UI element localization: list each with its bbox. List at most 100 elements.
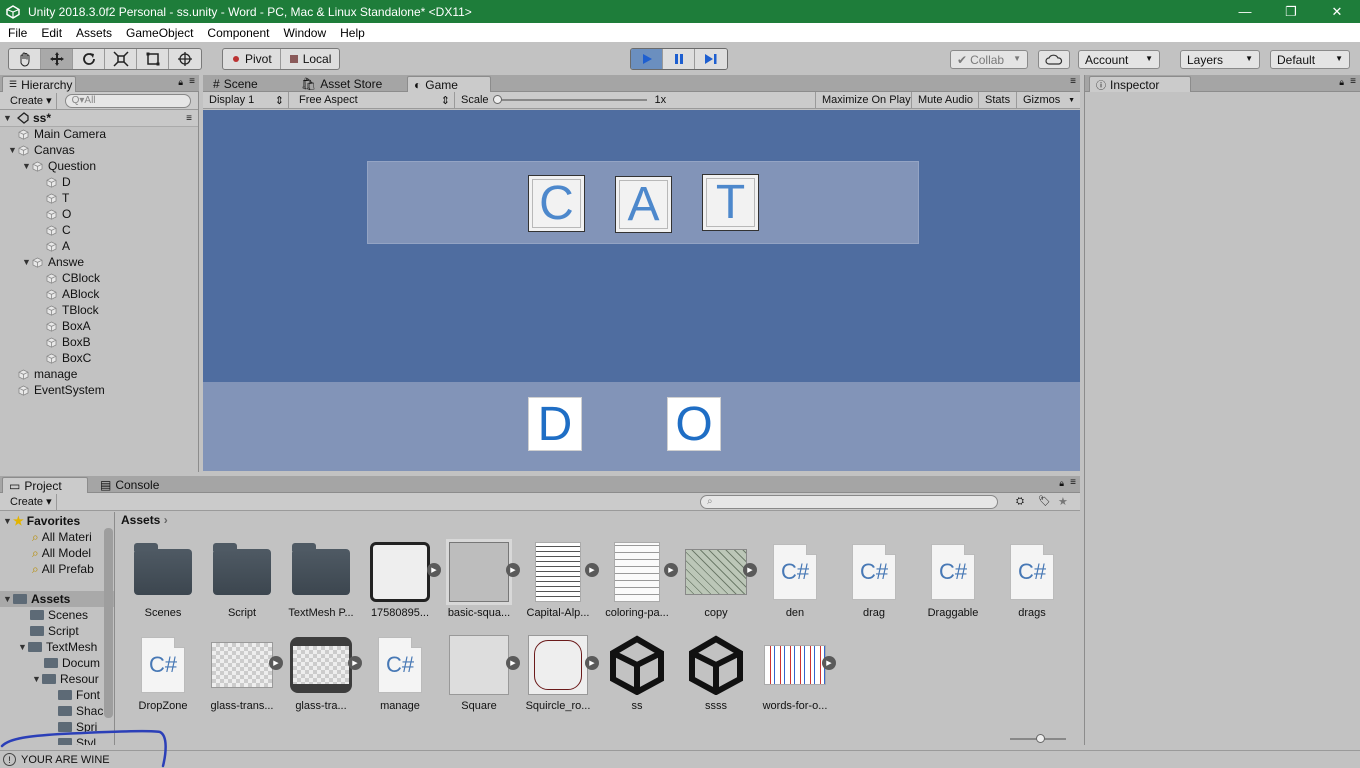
favorite-star-icon[interactable]: ★ xyxy=(1058,495,1068,508)
folder-item[interactable]: Styl xyxy=(58,735,96,745)
account-dropdown[interactable]: Account ▼ xyxy=(1078,50,1160,69)
asset-item[interactable]: ▶ Capital-Alp... xyxy=(518,541,599,619)
asset-item[interactable]: ▶ coloring-pa... xyxy=(597,541,678,619)
favorite-item[interactable]: ⌕ All Prefab xyxy=(32,561,94,577)
question-tile-c[interactable]: C xyxy=(528,175,585,232)
filter-by-type-icon[interactable]: ⛭ xyxy=(1016,496,1024,507)
cloud-button[interactable] xyxy=(1038,50,1070,69)
folder-item[interactable]: ▼ TextMesh xyxy=(18,639,97,655)
hand-tool-button[interactable] xyxy=(9,49,41,69)
menu-window[interactable]: Window xyxy=(276,26,333,40)
asset-item[interactable]: C# drag xyxy=(834,541,914,619)
transform-tool-button[interactable] xyxy=(169,49,201,69)
panel-menu-icon[interactable]: ≡ xyxy=(1070,76,1076,87)
favorites-header[interactable]: ▼ ★ Favorites xyxy=(3,513,80,529)
tab-asset-store[interactable]: 🛍︎ Asset Store xyxy=(295,76,390,92)
asset-item[interactable]: ▶ copy xyxy=(676,541,757,619)
asset-item[interactable]: C# manage xyxy=(360,634,440,712)
project-create-button[interactable]: Create ▾ xyxy=(6,493,57,510)
expand-arrow-icon[interactable]: ▼ xyxy=(22,257,32,267)
menu-component[interactable]: Component xyxy=(200,26,276,40)
hierarchy-item[interactable]: C xyxy=(36,222,71,238)
aspect-dropdown[interactable]: Free Aspect ⇕ xyxy=(293,92,455,108)
tab-game[interactable]: ◐ Game xyxy=(407,76,491,92)
hierarchy-item[interactable]: ▼ Canvas xyxy=(8,142,75,158)
layers-dropdown[interactable]: Layers ▼ xyxy=(1180,50,1260,69)
asset-item[interactable]: ▶ 17580895... xyxy=(360,541,441,619)
tab-project[interactable]: ▭ Project xyxy=(2,477,88,493)
menu-gameobject[interactable]: GameObject xyxy=(119,26,200,40)
close-button[interactable]: ✕ xyxy=(1314,0,1360,23)
rect-tool-button[interactable] xyxy=(137,49,169,69)
minimize-button[interactable]: — xyxy=(1222,0,1268,23)
breadcrumb-assets[interactable]: Assets xyxy=(121,513,160,527)
move-tool-button[interactable] xyxy=(41,49,73,69)
hierarchy-item[interactable]: BoxC xyxy=(36,350,91,366)
hierarchy-search-input[interactable]: Q▾All xyxy=(64,93,191,108)
assets-root[interactable]: ▼ Assets xyxy=(0,591,114,607)
asset-item[interactable]: ▶ basic-squa... xyxy=(439,539,520,619)
asset-item[interactable]: ssss xyxy=(676,634,756,712)
slider-thumb[interactable] xyxy=(492,95,502,104)
hierarchy-item[interactable]: BoxB xyxy=(36,334,91,350)
folder-item[interactable]: Font xyxy=(58,687,100,703)
tab-inspector[interactable]: ⓘ Inspector xyxy=(1089,76,1191,92)
pause-button[interactable] xyxy=(663,49,695,69)
asset-item[interactable]: C# den xyxy=(755,541,835,619)
asset-item[interactable]: ▶ words-for-o... xyxy=(755,634,836,712)
rotate-tool-button[interactable] xyxy=(73,49,105,69)
panel-menu-icon[interactable]: ≡ xyxy=(1350,76,1356,87)
thumbnail-size-slider[interactable] xyxy=(1010,734,1066,743)
asset-item[interactable]: Scenes xyxy=(123,541,203,619)
hierarchy-item[interactable]: ABlock xyxy=(36,286,99,302)
hierarchy-item[interactable]: ▼ Question xyxy=(22,158,96,174)
stats-toggle[interactable]: Stats xyxy=(979,92,1017,108)
hierarchy-item[interactable]: BoxA xyxy=(36,318,91,334)
lock-icon[interactable]: 🔒︎ xyxy=(178,77,183,88)
status-message[interactable]: YOUR ARE WINE xyxy=(21,754,110,766)
panel-menu-icon[interactable]: ≡ xyxy=(1070,477,1076,488)
asset-item[interactable]: ▶ Square xyxy=(439,634,520,712)
asset-item[interactable]: C# DropZone xyxy=(123,634,203,712)
maximize-on-play-toggle[interactable]: Maximize On Play xyxy=(815,92,912,108)
favorite-item[interactable]: ⌕ All Materi xyxy=(32,529,92,545)
hierarchy-item[interactable]: manage xyxy=(8,366,77,382)
expand-arrow-icon[interactable]: ▼ xyxy=(8,145,18,155)
asset-item[interactable]: ss xyxy=(597,634,677,712)
collab-dropdown[interactable]: ✔ Collab ▼ xyxy=(950,50,1028,69)
hierarchy-item[interactable]: O xyxy=(36,206,71,222)
question-tile-t[interactable]: T xyxy=(702,174,759,231)
game-canvas[interactable]: C A T D O xyxy=(203,110,1080,471)
hierarchy-item[interactable]: ▼ Answe xyxy=(22,254,84,270)
slider-thumb[interactable] xyxy=(1036,734,1045,743)
folder-item[interactable]: Scenes xyxy=(30,607,88,623)
answer-tile-o[interactable]: O xyxy=(667,397,721,451)
folder-item[interactable]: ▼ Resour xyxy=(32,671,99,687)
folder-tree-scrollbar[interactable] xyxy=(104,528,113,718)
menu-file[interactable]: File xyxy=(1,26,34,40)
project-search-input[interactable]: ⌕ xyxy=(700,494,998,509)
menu-edit[interactable]: Edit xyxy=(34,26,69,40)
panel-menu-icon[interactable]: ≡ xyxy=(189,76,195,87)
local-toggle[interactable]: Local xyxy=(281,49,340,69)
asset-item[interactable]: C# Draggable xyxy=(913,541,993,619)
mute-audio-toggle[interactable]: Mute Audio xyxy=(912,92,979,108)
folder-item[interactable]: Spri xyxy=(58,719,97,735)
asset-item[interactable]: Script xyxy=(202,541,282,619)
answer-tile-d[interactable]: D xyxy=(528,397,582,451)
play-button[interactable] xyxy=(631,49,663,69)
tab-hierarchy[interactable]: ☰ Hierarchy xyxy=(2,76,76,92)
scale-slider[interactable]: Scale 1x xyxy=(455,92,815,108)
hierarchy-create-button[interactable]: Create ▾ xyxy=(6,92,57,109)
step-button[interactable] xyxy=(695,49,727,69)
menu-assets[interactable]: Assets xyxy=(69,26,119,40)
hierarchy-item[interactable]: TBlock xyxy=(36,302,99,318)
question-tile-a[interactable]: A xyxy=(615,176,672,233)
pivot-toggle[interactable]: Pivot xyxy=(223,49,281,69)
asset-item[interactable]: ▶ glass-tra... xyxy=(281,634,362,712)
tab-console[interactable]: ▤ Console xyxy=(94,477,167,493)
folder-item[interactable]: Docum xyxy=(44,655,100,671)
gizmos-dropdown[interactable]: Gizmos ▼ xyxy=(1017,92,1080,108)
expand-arrow-icon[interactable]: ▼ xyxy=(22,161,32,171)
menu-help[interactable]: Help xyxy=(333,26,372,40)
